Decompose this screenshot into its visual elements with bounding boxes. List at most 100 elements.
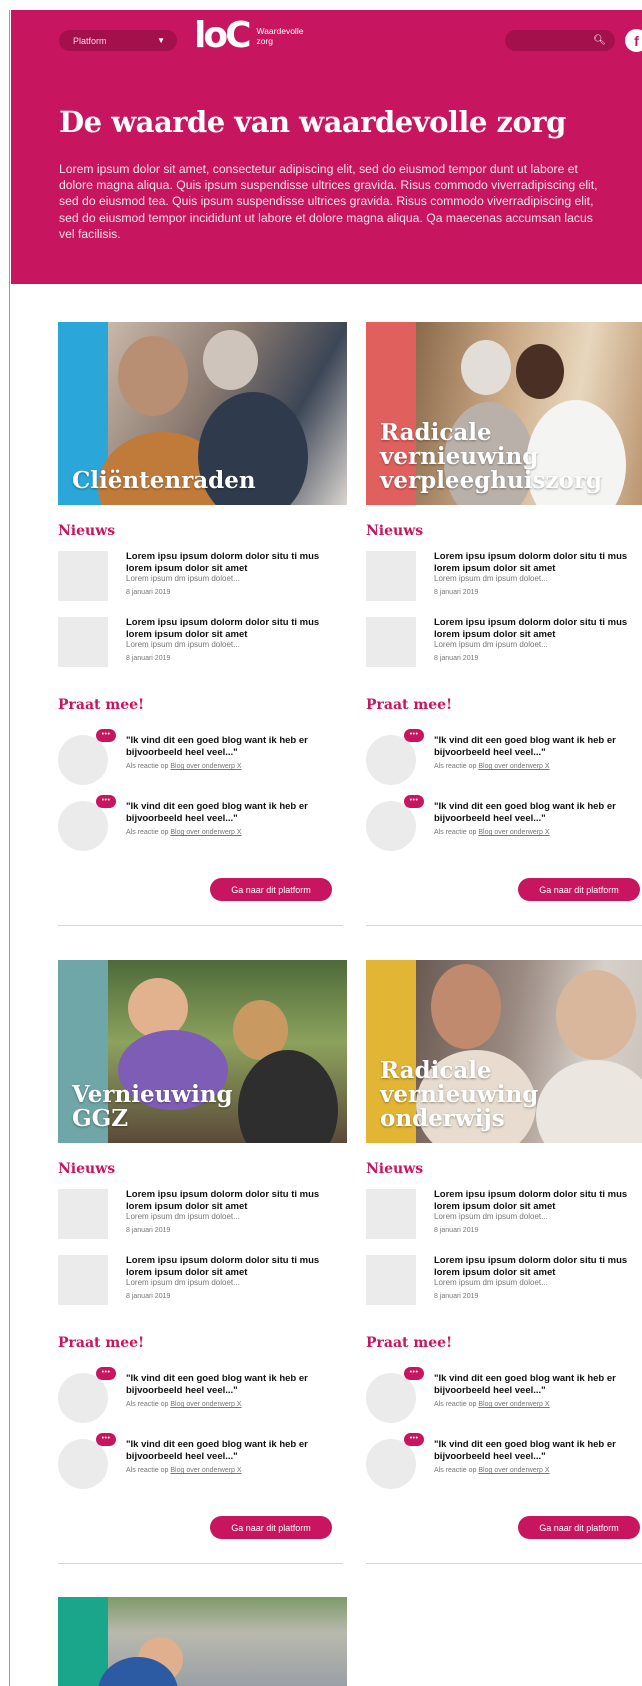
speech-bubble-icon: ••• bbox=[96, 795, 116, 808]
comment-quote: "Ik vind dit een goed blog want ik heb e… bbox=[434, 801, 616, 824]
go-to-platform-button[interactable]: Ga naar dit platform bbox=[210, 1516, 332, 1539]
avatar bbox=[366, 1439, 416, 1489]
comment-item[interactable]: ••• "Ik vind dit een goed blog want ik h… bbox=[58, 1433, 348, 1497]
news-title: Lorem ipsu ipsum dolorm dolor situ ti mu… bbox=[434, 617, 628, 640]
reply-link[interactable]: Blog over onderwerp X bbox=[170, 829, 241, 836]
divider bbox=[58, 1563, 343, 1564]
reply-link[interactable]: Blog over onderwerp X bbox=[478, 1467, 549, 1474]
comment-quote: "Ik vind dit een goed blog want ik heb e… bbox=[434, 1439, 616, 1462]
news-item[interactable]: Lorem ipsu ipsum dolorm dolor situ ti mu… bbox=[366, 617, 642, 671]
reply-link[interactable]: Blog over onderwerp X bbox=[170, 1401, 241, 1408]
comment-item[interactable]: ••• "Ik vind dit een goed blog want ik h… bbox=[366, 795, 642, 859]
news-date: 8 januari 2019 bbox=[126, 589, 171, 596]
news-item[interactable]: Lorem ipsu ipsum dolorm dolor situ ti mu… bbox=[366, 1255, 642, 1309]
reply-prefix: Als reactie op bbox=[126, 1467, 171, 1474]
news-title: Lorem ipsu ipsum dolorm dolor situ ti mu… bbox=[434, 1189, 628, 1212]
news-title: Lorem ipsu ipsum dolorm dolor situ ti mu… bbox=[126, 1255, 320, 1278]
platform-card-clientenraden: Cliëntenraden Nieuws Lorem ipsu ipsum do… bbox=[58, 322, 348, 926]
comment-context: Als reactie op Blog over onderwerp X bbox=[126, 763, 336, 770]
photo-scene bbox=[98, 1597, 347, 1686]
platform-dropdown[interactable]: Platform ▼ bbox=[59, 30, 177, 51]
card-title: Radicale vernieuwing verpleeghuiszorg bbox=[380, 419, 603, 494]
news-thumbnail bbox=[366, 551, 416, 601]
reply-link[interactable]: Blog over onderwerp X bbox=[478, 829, 549, 836]
news-item[interactable]: Lorem ipsu ipsum dolorm dolor situ ti mu… bbox=[366, 551, 642, 605]
reply-link[interactable]: Blog over onderwerp X bbox=[170, 1467, 241, 1474]
photo-person bbox=[128, 978, 188, 1038]
divider bbox=[366, 1563, 642, 1564]
page-title: De waarde van waardevolle zorg bbox=[59, 105, 566, 139]
news-item[interactable]: Lorem ipsu ipsum dolorm dolor situ ti mu… bbox=[58, 551, 348, 605]
hero-intro: Lorem ipsum dolor sit amet, consectetur … bbox=[59, 162, 598, 241]
comment-item[interactable]: ••• "Ik vind dit een goed blog want ik h… bbox=[58, 729, 348, 793]
reply-link[interactable]: Blog over onderwerp X bbox=[478, 1401, 549, 1408]
news-excerpt: Lorem ipsum dm ipsum doloet... bbox=[126, 1212, 240, 1221]
comment-context: Als reactie op Blog over onderwerp X bbox=[434, 763, 642, 770]
talk-heading: Praat mee! bbox=[366, 1335, 453, 1351]
go-to-platform-button[interactable]: Ga naar dit platform bbox=[518, 878, 640, 901]
search-input[interactable]: 🔍︎ bbox=[505, 30, 615, 51]
reply-prefix: Als reactie op bbox=[434, 1467, 479, 1474]
loc-logo[interactable]: loC Waardevolle zorg bbox=[194, 18, 317, 54]
hero-header: Platform ▼ loC Waardevolle zorg 🔍︎ f De … bbox=[11, 10, 642, 284]
avatar bbox=[366, 735, 416, 785]
window-left-edge bbox=[0, 10, 10, 1686]
photo-person bbox=[516, 344, 564, 399]
card-photo[interactable] bbox=[58, 1597, 347, 1686]
news-title: Lorem ipsu ipsum dolorm dolor situ ti mu… bbox=[126, 551, 320, 574]
news-excerpt: Lorem ipsum dm ipsum doloet... bbox=[126, 640, 240, 649]
card-photo[interactable]: Cliëntenraden bbox=[58, 322, 347, 505]
comment-item[interactable]: ••• "Ik vind dit een goed blog want ik h… bbox=[366, 1367, 642, 1431]
news-thumbnail bbox=[58, 1189, 108, 1239]
search-icon[interactable]: 🔍︎ bbox=[593, 35, 606, 46]
comment-item[interactable]: ••• "Ik vind dit een goed blog want ik h… bbox=[366, 1433, 642, 1497]
go-to-platform-button[interactable]: Ga naar dit platform bbox=[518, 1516, 640, 1539]
speech-bubble-icon: ••• bbox=[404, 1433, 424, 1446]
card-photo[interactable]: Radicale vernieuwing onderwijs bbox=[366, 960, 642, 1143]
speech-bubble-icon: ••• bbox=[96, 729, 116, 742]
news-heading: Nieuws bbox=[58, 1161, 116, 1177]
facebook-icon[interactable]: f bbox=[625, 29, 642, 52]
reply-link[interactable]: Blog over onderwerp X bbox=[478, 763, 549, 770]
news-date: 8 januari 2019 bbox=[126, 655, 171, 662]
divider bbox=[58, 925, 343, 926]
card-photo[interactable]: Vernieuwing GGZ bbox=[58, 960, 347, 1143]
card-title: Vernieuwing GGZ bbox=[72, 1081, 233, 1132]
comment-item[interactable]: ••• "Ik vind dit een goed blog want ik h… bbox=[58, 795, 348, 859]
avatar bbox=[58, 1439, 108, 1489]
go-to-platform-button[interactable]: Ga naar dit platform bbox=[210, 878, 332, 901]
avatar bbox=[58, 735, 108, 785]
logo-mark: loC bbox=[194, 15, 251, 56]
card-title: Radicale vernieuwing onderwijs bbox=[380, 1057, 539, 1132]
platform-card-ggz: Vernieuwing GGZ Nieuws Lorem ipsu ipsum … bbox=[58, 960, 348, 1564]
photo-person bbox=[556, 970, 636, 1060]
avatar bbox=[366, 1373, 416, 1423]
news-item[interactable]: Lorem ipsu ipsum dolorm dolor situ ti mu… bbox=[366, 1189, 642, 1243]
logo-text: Waardevolle zorg bbox=[256, 26, 304, 46]
news-title: Lorem ipsu ipsum dolorm dolor situ ti mu… bbox=[434, 1255, 628, 1278]
news-title: Lorem ipsu ipsum dolorm dolor situ ti mu… bbox=[434, 551, 628, 574]
comment-item[interactable]: ••• "Ik vind dit een goed blog want ik h… bbox=[58, 1367, 348, 1431]
news-item[interactable]: Lorem ipsu ipsum dolorm dolor situ ti mu… bbox=[58, 617, 348, 671]
reply-link[interactable]: Blog over onderwerp X bbox=[170, 763, 241, 770]
news-heading: Nieuws bbox=[366, 1161, 424, 1177]
avatar bbox=[58, 801, 108, 851]
comment-item[interactable]: ••• "Ik vind dit een goed blog want ik h… bbox=[366, 729, 642, 793]
reply-prefix: Als reactie op bbox=[434, 829, 479, 836]
talk-heading: Praat mee! bbox=[58, 697, 145, 713]
comment-quote: "Ik vind dit een goed blog want ik heb e… bbox=[126, 801, 308, 824]
news-excerpt: Lorem ipsum dm ipsum doloet... bbox=[434, 640, 548, 649]
card-photo[interactable]: Radicale vernieuwing verpleeghuiszorg bbox=[366, 322, 642, 505]
comment-quote: "Ik vind dit een goed blog want ik heb e… bbox=[434, 735, 616, 758]
speech-bubble-icon: ••• bbox=[404, 795, 424, 808]
talk-heading: Praat mee! bbox=[366, 697, 453, 713]
speech-bubble-icon: ••• bbox=[404, 1367, 424, 1380]
platform-card-verpleeghuiszorg: Radicale vernieuwing verpleeghuiszorg Ni… bbox=[366, 322, 642, 926]
news-date: 8 januari 2019 bbox=[126, 1227, 171, 1234]
avatar bbox=[58, 1373, 108, 1423]
news-item[interactable]: Lorem ipsu ipsum dolorm dolor situ ti mu… bbox=[58, 1189, 348, 1243]
news-excerpt: Lorem ipsum dm ipsum doloet... bbox=[434, 574, 548, 583]
comment-quote: "Ik vind dit een goed blog want ik heb e… bbox=[434, 1373, 616, 1396]
news-item[interactable]: Lorem ipsu ipsum dolorm dolor situ ti mu… bbox=[58, 1255, 348, 1309]
caret-down-icon: ▼ bbox=[157, 36, 165, 45]
